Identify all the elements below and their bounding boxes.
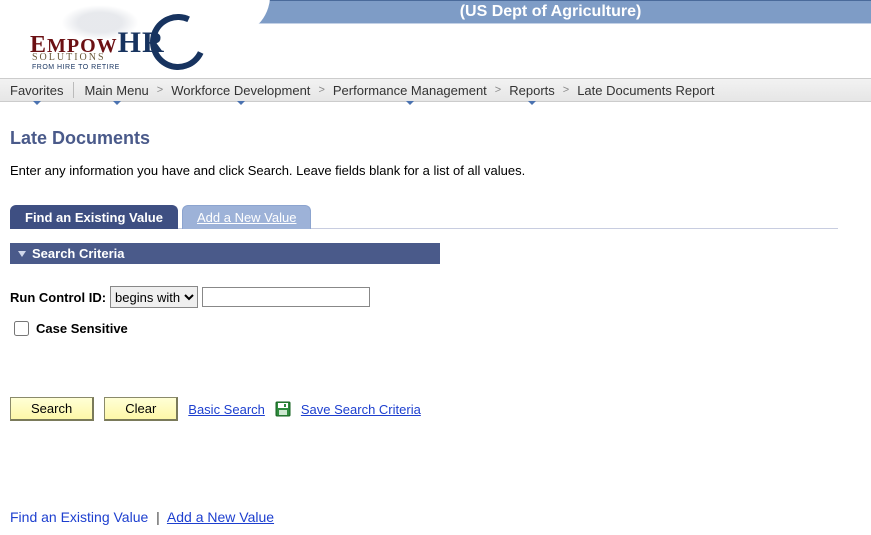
search-button[interactable]: Search <box>10 397 94 421</box>
chevron-right-icon: > <box>495 84 501 96</box>
save-search-criteria-link[interactable]: Save Search Criteria <box>301 402 421 417</box>
chevron-right-icon: > <box>563 84 569 96</box>
page-instructions: Enter any information you have and click… <box>10 163 861 178</box>
case-sensitive-label: Case Sensitive <box>36 321 128 336</box>
run-control-id-input[interactable] <box>202 287 370 307</box>
tab-find-existing[interactable]: Find an Existing Value <box>10 205 178 229</box>
favorites-menu[interactable]: Favorites <box>8 83 65 98</box>
collapse-triangle-icon <box>18 251 26 257</box>
case-sensitive-row[interactable]: Case Sensitive <box>10 318 861 339</box>
breadcrumb-reports[interactable]: Reports <box>507 83 557 98</box>
logo: EMPOWHR SOLUTIONS FROM HIRE TO RETIRE <box>10 0 230 78</box>
tab-add-new[interactable]: Add a New Value <box>182 205 312 229</box>
search-criteria-label: Search Criteria <box>32 246 125 261</box>
content: Late Documents Enter any information you… <box>0 102 871 535</box>
button-row: Search Clear Basic Search Save Search Cr… <box>10 397 861 421</box>
breadcrumb-performance-management[interactable]: Performance Management <box>331 83 489 98</box>
run-control-label: Run Control ID: <box>10 290 106 305</box>
search-criteria-header[interactable]: Search Criteria <box>10 243 440 264</box>
save-icon <box>275 401 291 417</box>
case-sensitive-checkbox[interactable] <box>14 321 29 336</box>
chevron-right-icon: > <box>318 84 324 96</box>
search-criteria-body: Run Control ID: begins with Case Sensiti… <box>10 264 861 349</box>
run-control-operator-select[interactable]: begins with <box>110 286 198 308</box>
chevron-right-icon: > <box>157 84 163 96</box>
tabs: Find an Existing Value Add a New Value <box>10 204 838 229</box>
breadcrumb-late-documents-report[interactable]: Late Documents Report <box>575 83 716 98</box>
org-title: (US Dept of Agriculture) <box>460 3 642 20</box>
org-banner: (US Dept of Agriculture) <box>230 0 871 24</box>
breadcrumb: Favorites Main Menu > Workforce Developm… <box>0 78 871 102</box>
bottom-links: Find an Existing Value | Add a New Value <box>10 509 861 525</box>
logo-subtitle: SOLUTIONS <box>32 52 106 63</box>
main-menu[interactable]: Main Menu <box>82 83 150 98</box>
clear-button[interactable]: Clear <box>104 397 178 421</box>
menu-separator <box>73 82 74 98</box>
bottom-add-link[interactable]: Add a New Value <box>167 509 274 525</box>
page-title: Late Documents <box>10 128 861 149</box>
header: (US Dept of Agriculture) EMPOWHR SOLUTIO… <box>0 0 871 78</box>
breadcrumb-workforce-development[interactable]: Workforce Development <box>169 83 312 98</box>
run-control-row: Run Control ID: begins with <box>10 286 861 308</box>
basic-search-link[interactable]: Basic Search <box>188 402 265 417</box>
pipe-separator: | <box>156 509 160 525</box>
bottom-find-link[interactable]: Find an Existing Value <box>10 509 148 525</box>
logo-tagline: FROM HIRE TO RETIRE <box>32 64 120 71</box>
